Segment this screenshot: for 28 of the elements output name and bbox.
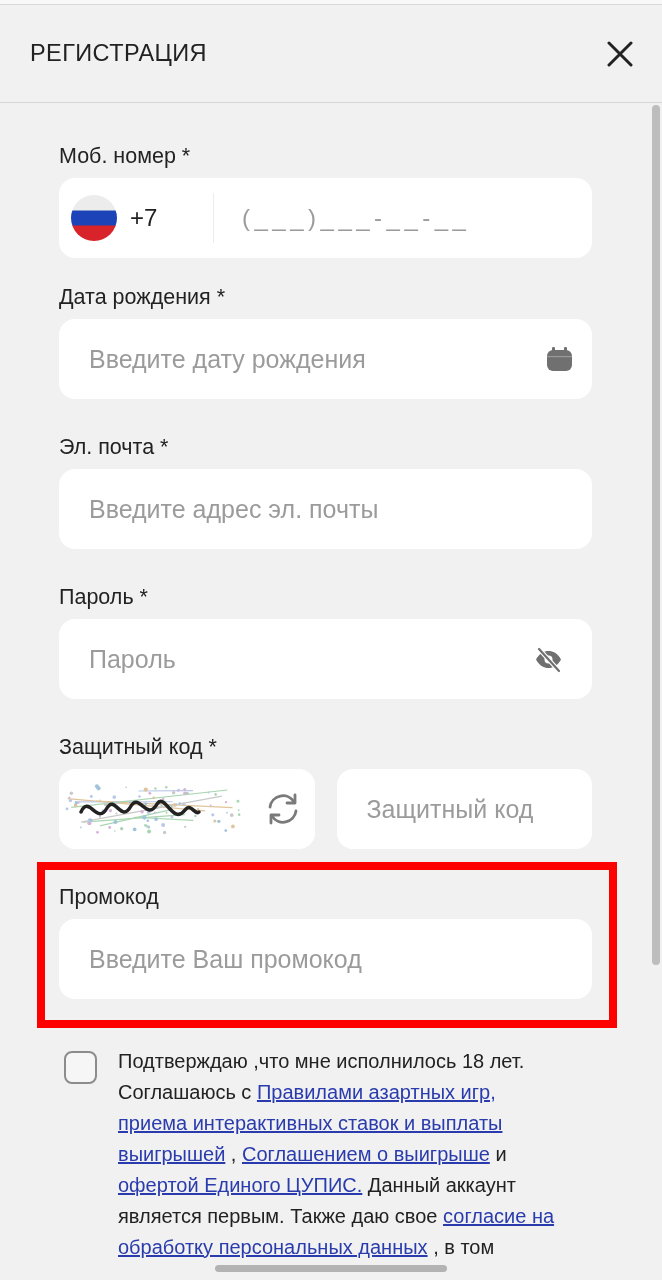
document-link[interactable]: приема интерактивных ставок и выплаты: [118, 1112, 503, 1134]
age-checkbox[interactable]: [64, 1051, 97, 1084]
captcha-code-field[interactable]: Защитный код: [336, 769, 592, 849]
flag-icon: [71, 195, 117, 241]
close-icon: [607, 40, 633, 67]
country-code[interactable]: +7: [130, 204, 213, 232]
consent-text: Подтверждаю ,что мне исполнилось 18 лет. Соглашаюсь с Правилами азартных игр, приема интерактивных ставок и выплаты выигрышей , Соглашением о выигрыше и офертой Единого ЦУПИС. Данный аккаунт является первым. Также даю свое согласие на обработку персональных данных , в том: [118, 1049, 556, 1260]
field-label: Дата рождения *: [59, 285, 226, 309]
document-link[interactable]: Правилами азартных игр,: [256, 1081, 496, 1103]
field-label: Моб. номер *: [59, 144, 192, 168]
phone-field[interactable]: +7 (___)___-__-__: [59, 178, 592, 258]
field-label: Защитный код *: [59, 735, 218, 759]
email-field[interactable]: Введите адрес эл. почты: [59, 469, 592, 549]
eye-slash-icon[interactable]: [535, 646, 562, 673]
page-title: РЕГИСТРАЦИЯ: [30, 40, 207, 67]
document-link[interactable]: выигрышей: [118, 1143, 226, 1165]
field-label: Пароль *: [59, 585, 149, 609]
field-label: Промокод: [59, 885, 160, 909]
calendar-icon[interactable]: [547, 347, 572, 371]
document-link[interactable]: офертой Единого ЦУПИС.: [118, 1174, 363, 1196]
promo-code-field[interactable]: Введите Ваш промокод: [59, 919, 592, 999]
document-link[interactable]: обработку персональных данных: [118, 1236, 428, 1258]
scrollbar-thumb[interactable]: [652, 105, 660, 965]
birth-date-field[interactable]: Введите дату рождения: [59, 319, 592, 399]
field-label: Эл. почта *: [59, 435, 170, 459]
document-link[interactable]: согласие на: [443, 1205, 555, 1227]
document-link[interactable]: Соглашением о выигрыше: [242, 1143, 490, 1165]
password-field[interactable]: Пароль: [59, 619, 592, 699]
